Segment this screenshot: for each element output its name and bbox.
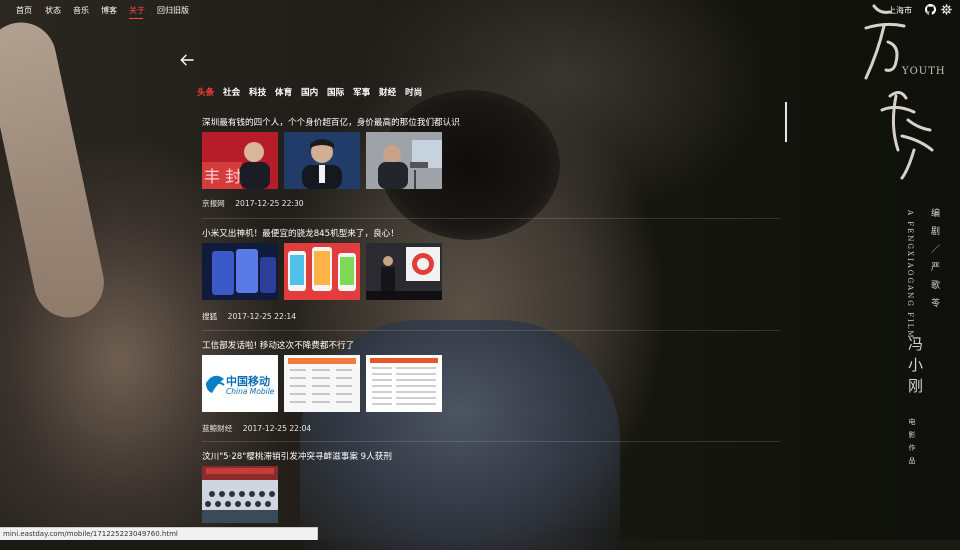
tab-fashion[interactable]: 时尚 [405,86,422,98]
nav-item-old-version[interactable]: 回归旧版 [157,5,189,16]
poster-youth-text: YOUTH [902,66,946,77]
poster-credit-works: 电影作品 [908,418,916,470]
news-item[interactable]: 工信部发话啦! 移动这次不降费都不行了 中国移动 China Mobile 蓝鲸… [202,339,782,439]
top-nav: 首页 状态 音乐 博客 关于 回归旧版 上海市 [0,0,960,22]
scroll-indicator[interactable] [785,102,787,142]
news-item[interactable]: 小米又出神机！最便宜的骁龙845机型来了，良心！ 搜狐 2017-12-25 2… [202,227,782,327]
tab-society[interactable]: 社会 [223,86,240,98]
news-title[interactable]: 工信部发话啦! 移动这次不降费都不行了 [202,339,782,351]
news-thumbnail[interactable] [366,243,442,300]
news-thumbnail[interactable] [202,243,278,300]
tab-international[interactable]: 国际 [327,86,344,98]
news-thumbnail[interactable] [202,466,278,523]
news-divider [202,441,780,442]
news-item[interactable]: 汶川"5·28"樱桃滞销引发冲突寻衅滋事案 9人获刑 [202,450,782,530]
nav-item-home[interactable]: 首页 [16,5,32,16]
tab-domestic[interactable]: 国内 [301,86,318,98]
nav-item-music[interactable]: 音乐 [73,5,89,16]
news-item[interactable]: 深圳最有钱的四个人，个个身价超百亿，身价最高的那位我们都认识 丰 封 京报网 2… [202,116,782,216]
news-thumbnail[interactable] [284,132,360,189]
news-time: 2017-12-25 22:14 [227,312,297,321]
news-divider [202,218,780,219]
news-divider [202,330,780,331]
poster-credit-english: A FENGXIAOGANG FILM [906,210,914,340]
poster-credit-writer: 编剧／严歌苓 [929,208,939,316]
news-source: 蓝鲸财经 [202,424,233,433]
tab-technology[interactable]: 科技 [249,86,266,98]
news-title[interactable]: 小米又出神机！最便宜的骁龙845机型来了，良心！ [202,227,782,239]
background-arm [0,16,111,324]
poster-calligraphy-title [864,4,934,180]
news-source: 京报网 [202,199,225,208]
news-thumbnails [202,243,782,301]
news-thumbnail[interactable] [284,355,360,412]
news-thumbnail[interactable]: 丰 封 [202,132,278,189]
news-thumbnail[interactable]: 中国移动 China Mobile [202,355,278,412]
news-title[interactable]: 深圳最有钱的四个人，个个身价超百亿，身价最高的那位我们都认识 [202,116,782,128]
nav-active-indicator [129,18,143,19]
tab-finance[interactable]: 财经 [379,86,396,98]
news-thumbnails: 丰 封 [202,132,782,190]
china-mobile-logo-en: China Mobile [226,387,275,396]
news-meta: 京报网 2017-12-25 22:30 [202,198,312,209]
poster-credit-director: 冯小刚 [906,336,924,399]
tab-sports[interactable]: 体育 [275,86,292,98]
news-title[interactable]: 汶川"5·28"樱桃滞销引发冲突寻衅滋事案 9人获刑 [202,450,782,462]
tab-headlines[interactable]: 头条 [197,86,214,98]
nav-item-blog[interactable]: 博客 [101,5,117,16]
news-source: 搜狐 [202,312,218,321]
news-thumbnails: 中国移动 China Mobile [202,355,782,413]
nav-item-status[interactable]: 状态 [45,5,61,16]
news-thumbnail[interactable] [366,132,442,189]
svg-text:丰 封: 丰 封 [204,167,241,186]
news-meta: 蓝鲸财经 2017-12-25 22:04 [202,423,319,434]
news-thumbnails [202,466,782,524]
news-thumbnail[interactable] [366,355,442,412]
news-meta: 搜狐 2017-12-25 22:14 [202,311,304,322]
news-time: 2017-12-25 22:30 [235,199,304,208]
arrow-left-icon[interactable] [179,52,195,68]
nav-item-about[interactable]: 关于 [129,5,145,16]
status-bar-url: mini.eastday.com/mobile/171225223049760.… [0,527,318,540]
news-thumbnail[interactable] [284,243,360,300]
news-time: 2017-12-25 22:04 [242,424,312,433]
tab-military[interactable]: 军事 [353,86,370,98]
